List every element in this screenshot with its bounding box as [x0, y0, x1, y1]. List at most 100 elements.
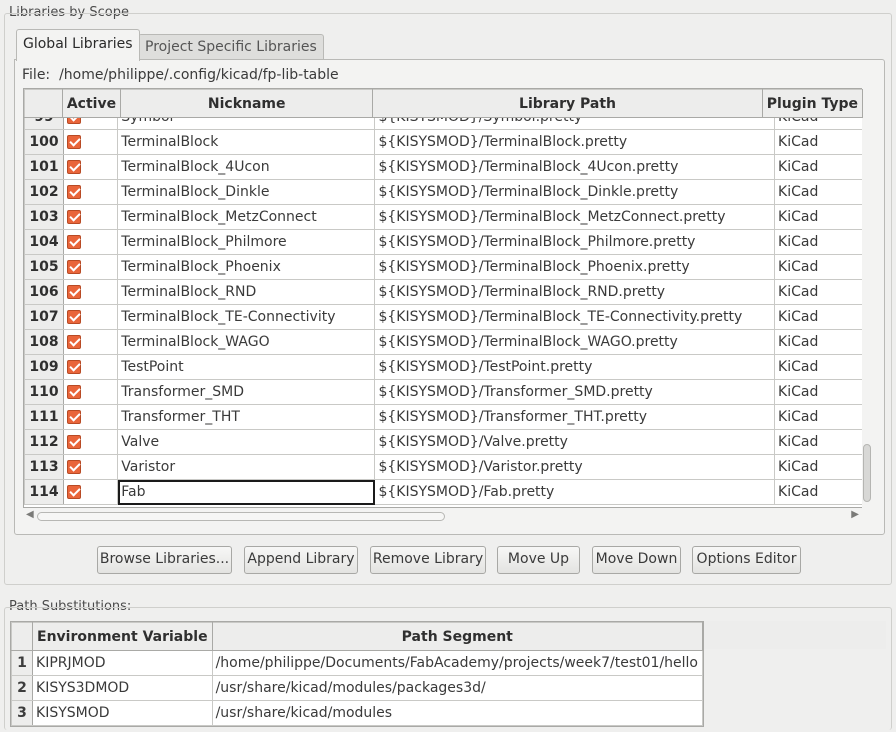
row-number[interactable]: 3 [11, 700, 34, 726]
nickname-cell[interactable]: Valve [117, 429, 376, 455]
path-segment-cell[interactable]: /home/philippe/Documents/FabAcademy/proj… [211, 650, 703, 676]
checkbox-checked-icon[interactable] [66, 260, 81, 274]
active-checkbox-cell[interactable] [62, 429, 119, 455]
row-number[interactable]: 100 [24, 129, 64, 155]
plugin-type-cell[interactable]: KiCad [774, 329, 863, 355]
checkbox-checked-icon[interactable] [66, 485, 81, 499]
nickname-cell[interactable]: Fab [117, 479, 376, 505]
active-checkbox-cell[interactable] [62, 379, 119, 405]
checkbox-checked-icon[interactable] [66, 310, 81, 324]
nickname-cell[interactable]: Transformer_SMD [117, 379, 376, 405]
checkbox-checked-icon[interactable] [66, 410, 81, 424]
plugin-type-cell[interactable]: KiCad [774, 379, 863, 405]
active-checkbox-cell[interactable] [62, 454, 119, 480]
library-path-cell[interactable]: ${KISYSMOD}/TerminalBlock_RND.pretty [374, 279, 776, 305]
library-path-cell[interactable]: ${KISYSMOD}/Valve.pretty [374, 429, 776, 455]
col-header-library-path[interactable]: Library Path [372, 89, 763, 118]
environment-variable-cell[interactable]: KISYS3DMOD [32, 675, 213, 701]
col-header-active[interactable]: Active [61, 89, 122, 118]
active-checkbox-cell[interactable] [62, 129, 119, 155]
move-down-button[interactable]: Move Down [592, 546, 681, 574]
active-checkbox-cell[interactable] [62, 204, 119, 230]
active-checkbox-cell[interactable] [62, 154, 119, 180]
row-number[interactable]: 105 [24, 254, 64, 280]
plugin-type-cell[interactable]: KiCad [774, 204, 863, 230]
plugin-type-cell[interactable]: KiCad [774, 479, 863, 505]
checkbox-checked-icon[interactable] [66, 435, 81, 449]
row-number[interactable]: 104 [24, 229, 64, 255]
row-number[interactable]: 103 [24, 204, 64, 230]
append-library-button[interactable]: Append Library [244, 546, 358, 574]
active-checkbox-cell[interactable] [62, 304, 119, 330]
table-row[interactable]: 2 KISYS3DMOD/usr/share/kicad/modules/pack… [11, 675, 703, 701]
plugin-type-cell[interactable]: KiCad [774, 254, 863, 280]
plugin-type-cell[interactable]: KiCad [774, 304, 863, 330]
library-path-cell[interactable]: ${KISYSMOD}/Transformer_SMD.pretty [374, 379, 776, 405]
nickname-cell[interactable]: Varistor [117, 454, 376, 480]
library-path-cell[interactable]: ${KISYSMOD}/TestPoint.pretty [374, 354, 776, 380]
nickname-cell[interactable]: TerminalBlock_TE-Connectivity [117, 304, 376, 330]
table-row[interactable]: 104 TerminalBlock_Philmore ${KISYSMOD}/Ter… [24, 229, 863, 255]
nickname-cell[interactable]: TerminalBlock_RND [117, 279, 376, 305]
row-number[interactable]: 110 [24, 379, 64, 405]
row-number[interactable]: 101 [24, 154, 64, 180]
plugin-type-cell[interactable]: KiCad [774, 279, 863, 305]
table-row[interactable]: 108 TerminalBlock_WAGO ${KISYSMOD}/Termina… [24, 329, 863, 355]
active-checkbox-cell[interactable] [62, 354, 119, 380]
checkbox-checked-icon[interactable] [66, 335, 81, 349]
library-path-cell[interactable]: ${KISYSMOD}/TerminalBlock_Philmore.prett… [374, 229, 776, 255]
table-row[interactable]: 102 TerminalBlock_Dinkle ${KISYSMOD}/Termi… [24, 179, 863, 205]
row-number[interactable]: 109 [24, 354, 64, 380]
checkbox-checked-icon[interactable] [66, 285, 81, 299]
table-row[interactable]: 101 TerminalBlock_4Ucon ${KISYSMOD}/Termin… [24, 154, 863, 180]
row-number[interactable]: 111 [24, 404, 64, 430]
tab-project-specific-libraries[interactable]: Project Specific Libraries [138, 34, 324, 60]
active-checkbox-cell[interactable] [62, 479, 119, 505]
table-row[interactable]: 109 TestPoint ${KISYSMOD}/TestPoint.pretty… [24, 354, 863, 380]
active-checkbox-cell[interactable] [62, 329, 119, 355]
nickname-cell[interactable]: Transformer_THT [117, 404, 376, 430]
table-row[interactable]: 114 Fab ${KISYSMOD}/Fab.pretty KiCad [24, 479, 863, 505]
library-path-cell[interactable]: ${KISYSMOD}/TerminalBlock_WAGO.pretty [374, 329, 776, 355]
checkbox-checked-icon[interactable] [66, 460, 81, 474]
browse-libraries-button[interactable]: Browse Libraries... [97, 546, 232, 574]
scroll-right-arrow-icon[interactable]: ▶ [851, 509, 859, 520]
row-number[interactable]: 113 [24, 454, 64, 480]
plugin-type-cell[interactable]: KiCad [774, 454, 863, 480]
checkbox-checked-icon[interactable] [66, 360, 81, 374]
table-row[interactable]: 112 Valve ${KISYSMOD}/Valve.pretty KiCad [24, 429, 863, 455]
library-path-cell[interactable]: ${KISYSMOD}/TerminalBlock.pretty [374, 129, 776, 155]
library-path-cell[interactable]: ${KISYSMOD}/Varistor.pretty [374, 454, 776, 480]
remove-library-button[interactable]: Remove Library [370, 546, 486, 574]
nickname-cell[interactable]: TerminalBlock_WAGO [117, 329, 376, 355]
row-number[interactable]: 1 [11, 650, 34, 676]
active-checkbox-cell[interactable] [62, 229, 119, 255]
plugin-type-cell[interactable]: KiCad [774, 179, 863, 205]
row-number[interactable]: 102 [24, 179, 64, 205]
table-row[interactable]: 113 Varistor ${KISYSMOD}/Varistor.pretty Ki… [24, 454, 863, 480]
tab-global-libraries[interactable]: Global Libraries [16, 29, 140, 61]
nickname-cell[interactable]: TerminalBlock_MetzConnect [117, 204, 376, 230]
library-path-cell[interactable]: ${KISYSMOD}/TerminalBlock_MetzConnect.pr… [374, 204, 776, 230]
nickname-cell[interactable]: TerminalBlock [117, 129, 376, 155]
scroll-left-arrow-icon[interactable]: ◀ [26, 509, 34, 520]
table-row[interactable]: 110 Transformer_SMD ${KISYSMOD}/Transforme… [24, 379, 863, 405]
row-number[interactable]: 114 [24, 479, 64, 505]
col-header-path-segment[interactable]: Path Segment [211, 622, 703, 651]
table-row[interactable]: 105 TerminalBlock_Phoenix ${KISYSMOD}/Term… [24, 254, 863, 280]
plugin-type-cell[interactable]: KiCad [774, 154, 863, 180]
table-row[interactable]: 1 KIPRJMOD/home/philippe/Documents/FabAca… [11, 650, 703, 676]
checkbox-checked-icon[interactable] [66, 210, 81, 224]
checkbox-checked-icon[interactable] [66, 385, 81, 399]
path-segment-cell[interactable]: /usr/share/kicad/modules [211, 700, 703, 726]
row-number[interactable]: 2 [11, 675, 34, 701]
table-row[interactable]: 106 TerminalBlock_RND ${KISYSMOD}/Terminal… [24, 279, 863, 305]
table-row[interactable]: 100 TerminalBlock ${KISYSMOD}/TerminalBloc… [24, 129, 863, 155]
table-row[interactable]: 3 KISYSMOD/usr/share/kicad/modules [11, 700, 703, 726]
horizontal-scroll-thumb[interactable] [37, 512, 445, 521]
active-checkbox-cell[interactable] [62, 254, 119, 280]
move-up-button[interactable]: Move Up [497, 546, 580, 574]
library-path-cell[interactable]: ${KISYSMOD}/TerminalBlock_Phoenix.pretty [374, 254, 776, 280]
library-table-vertical-scrollbar[interactable] [862, 88, 872, 508]
active-checkbox-cell[interactable] [62, 404, 119, 430]
